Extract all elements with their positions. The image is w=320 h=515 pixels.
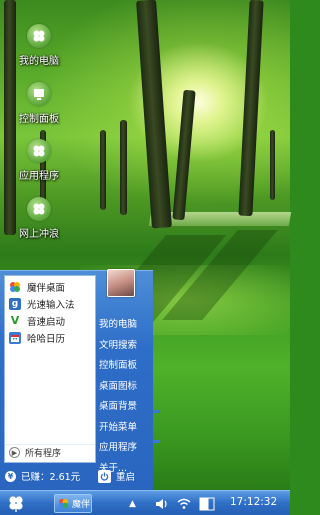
calendar-icon	[9, 331, 21, 344]
restart-button[interactable]: 重启	[98, 469, 135, 483]
menu-item-desktop-background[interactable]: 桌面背景	[99, 395, 151, 416]
v-launch-icon: V	[10, 314, 20, 327]
program-item-mobian-desktop[interactable]: 魔伴桌面	[5, 278, 95, 295]
program-label: 魔伴桌面	[27, 282, 66, 294]
program-list: 魔伴桌面 g 光速输入法 V 音速启动 哈哈日历 ▶ 所有程序	[4, 275, 96, 463]
program-label: 光速输入法	[27, 299, 75, 311]
menu-item-my-computer[interactable]: 我的电脑	[99, 313, 151, 334]
taskbar-button-mobian[interactable]: 魔伴	[54, 494, 92, 513]
menu-item-start-menu[interactable]: 开始菜单	[99, 416, 151, 437]
clover-icon	[27, 197, 51, 221]
tree-trunk	[172, 89, 196, 221]
program-label: 哈哈日历	[27, 333, 66, 345]
chevron-right-icon: ▶	[9, 447, 20, 458]
battery-icon[interactable]	[199, 495, 215, 512]
coin-icon: ¥	[5, 470, 16, 482]
taskbar: 魔伴 ▲ 17:12:32	[0, 490, 290, 515]
pinwheel-icon	[9, 281, 21, 293]
all-programs-label: 所有程序	[25, 449, 62, 459]
start-menu-footer: ¥ 已赚：2.61元 重启	[0, 466, 153, 488]
tray-expand-icon[interactable]: ▲	[129, 495, 136, 512]
taskbar-button-label: 魔伴	[72, 500, 91, 510]
earnings-display: ¥ 已赚：2.61元	[5, 469, 80, 483]
menu-item-civilized-search[interactable]: 文明搜索	[99, 334, 151, 355]
desktop-icon-label: 网上冲浪	[19, 229, 59, 240]
menu-item-control-panel[interactable]: 控制面板	[99, 354, 151, 375]
avatar[interactable]	[107, 269, 135, 297]
g-keyboard-icon: g	[9, 297, 21, 310]
program-item-sonic-launch[interactable]: V 音速启动	[5, 312, 95, 329]
start-menu: 魔伴桌面 g 光速输入法 V 音速启动 哈哈日历 ▶ 所有程序 我的电脑 文明搜…	[0, 269, 153, 490]
program-item-haha-calendar[interactable]: 哈哈日历	[5, 329, 95, 346]
tree-trunk	[120, 120, 127, 215]
tree-trunk	[270, 130, 275, 200]
tree-trunk	[136, 0, 172, 229]
desktop-icon-web-surfing[interactable]: 网上冲浪	[9, 197, 69, 240]
program-label: 音速启动	[27, 316, 66, 328]
restart-label: 重启	[116, 472, 136, 483]
menu-item-applications[interactable]: 应用程序	[99, 436, 151, 457]
clover-icon	[27, 24, 51, 48]
clover-icon	[27, 139, 51, 163]
pinwheel-icon	[58, 498, 69, 509]
tree-trunk	[238, 0, 264, 217]
desktop-icon-control-panel[interactable]: 控制面板	[9, 82, 69, 125]
desktop-icon-label: 应用程序	[19, 171, 59, 182]
all-programs-button[interactable]: ▶ 所有程序	[5, 444, 95, 460]
earnings-label: 已赚：2.61元	[21, 472, 81, 483]
wifi-icon[interactable]	[177, 495, 191, 512]
desktop-icon-label: 控制面板	[19, 114, 59, 125]
desktop-icon-applications[interactable]: 应用程序	[9, 139, 69, 182]
menu-item-desktop-icons[interactable]: 桌面图标	[99, 375, 151, 396]
clock: 17:12:32	[230, 496, 278, 508]
system-menu: 我的电脑 文明搜索 控制面板 桌面图标 桌面背景 开始菜单 应用程序 关于...	[99, 313, 151, 477]
desktop-icon-label: 我的电脑	[19, 56, 59, 67]
power-icon	[98, 469, 111, 483]
program-item-lightspeed-ime[interactable]: g 光速输入法	[5, 295, 95, 312]
clover-icon	[27, 82, 51, 106]
tree-trunk	[100, 130, 106, 210]
volume-icon[interactable]	[155, 495, 169, 512]
desktop-icon-my-computer[interactable]: 我的电脑	[9, 24, 69, 67]
clover-start-icon	[7, 494, 25, 515]
start-button[interactable]	[6, 494, 26, 514]
